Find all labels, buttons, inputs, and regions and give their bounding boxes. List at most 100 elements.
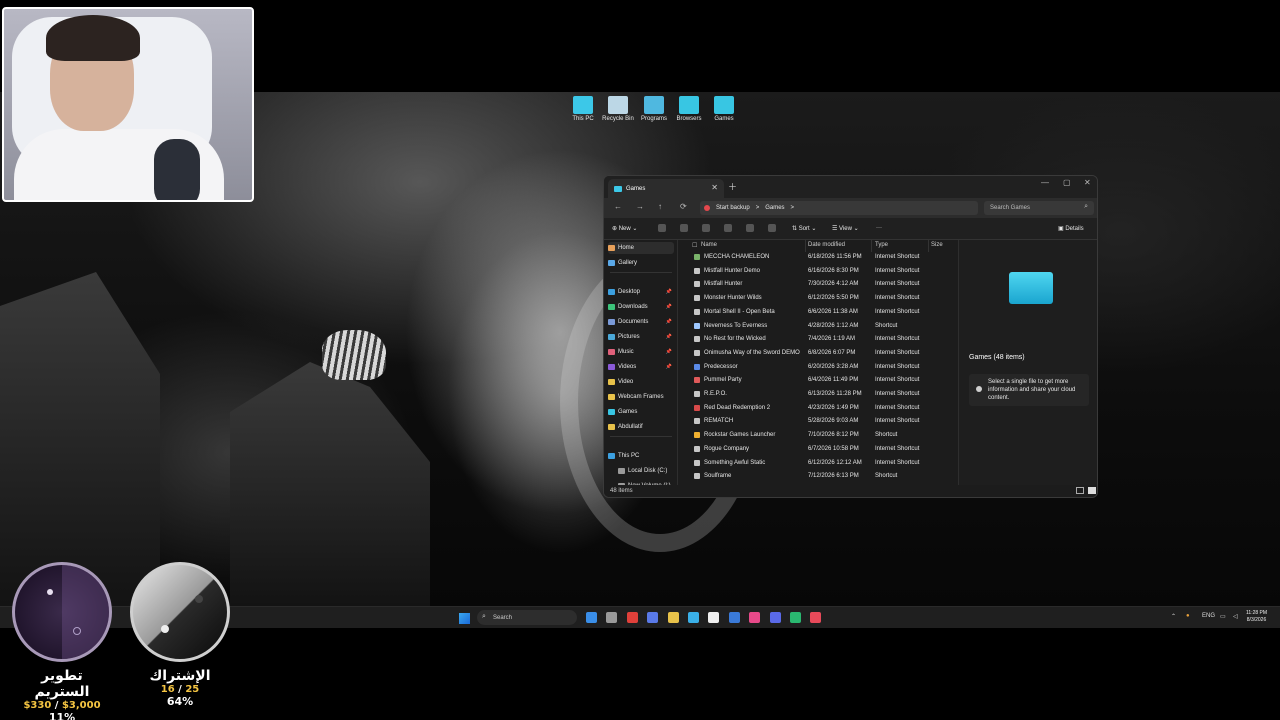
folder-icon [608, 379, 615, 385]
column-type[interactable]: Type [875, 242, 888, 248]
file-row[interactable]: Rogue Company 6/7/2026 10:58 PM Internet S… [690, 443, 956, 456]
file-row[interactable]: Mortal Shell II - Open Beta 6/6/2026 11:3… [690, 306, 956, 319]
sidebar-item-downloads[interactable]: Downloads 📌 [608, 301, 674, 313]
sidebar-item-label: Webcam Frames [618, 394, 664, 400]
folder-icon [608, 453, 615, 459]
sidebar-item-games[interactable]: Games [608, 406, 674, 418]
taskbar-app-icon[interactable] [728, 612, 740, 623]
taskbar-app-icon[interactable] [790, 612, 801, 623]
details-button[interactable]: ▣ Details [1058, 225, 1084, 232]
address-bar[interactable]: Start backup > Games > [700, 201, 978, 215]
file-row[interactable]: Soulframe 7/12/2026 6:13 PM Shortcut [690, 470, 956, 483]
tab-games[interactable]: Games ✕ [608, 179, 724, 198]
taskbar-app-icon[interactable] [586, 612, 597, 623]
file-row[interactable]: Pummel Party 6/4/2026 11:49 PM Internet Sh… [690, 374, 956, 387]
details-view-icon[interactable] [1076, 487, 1084, 494]
view-button[interactable]: ☰ View ⌄ [832, 225, 859, 232]
sidebar-item-local-disk-c-[interactable]: Local Disk (C:) [618, 465, 684, 477]
sidebar-item-abdullatif[interactable]: Abdullatif [608, 421, 674, 433]
file-row[interactable]: Mistfall Hunter Demo 6/16/2026 8:30 PM Int… [690, 265, 956, 278]
start-button[interactable] [459, 613, 470, 624]
taskbar-search[interactable]: ⌕ Search [477, 610, 577, 625]
sidebar-item-documents[interactable]: Documents 📌 [608, 316, 674, 328]
maximize-button[interactable]: ▢ [1063, 178, 1071, 187]
file-row[interactable]: Neverness To Everness 4/28/2026 1:12 AM Sh… [690, 320, 956, 333]
network-icon[interactable]: ▭ [1220, 613, 1226, 620]
volume-icon[interactable]: ◁ [1233, 613, 1238, 620]
sidebar-item-this-pc[interactable]: This PC [608, 450, 674, 462]
column-name[interactable]: Name [701, 242, 717, 248]
delete-icon[interactable] [768, 224, 776, 232]
minimize-button[interactable]: — [1041, 178, 1049, 187]
start-backup-link[interactable]: Start backup [716, 205, 750, 211]
file-row[interactable]: Something Awful Static 6/12/2026 12:12 AM… [690, 457, 956, 470]
desktop-icon-this-pc[interactable]: This PC [565, 96, 601, 122]
column-size[interactable]: Size [931, 242, 943, 248]
up-button[interactable]: ↑ [658, 202, 662, 211]
taskbar-app-icon[interactable] [810, 612, 822, 623]
goal-current: $330 [23, 700, 52, 711]
sidebar-item-videos[interactable]: Videos 📌 [608, 361, 674, 373]
file-name: Mistfall Hunter Demo [704, 267, 761, 274]
file-row[interactable]: Monster Hunter Wilds 6/12/2026 5:50 PM Int… [690, 292, 956, 305]
search-input[interactable]: Search Games ⌕ [984, 201, 1094, 215]
file-row[interactable]: No Rest for the Wicked 7/4/2026 1:19 AM In… [690, 333, 956, 346]
show-hidden-icons[interactable]: ⌃ [1171, 613, 1176, 620]
sidebar-item-pictures[interactable]: Pictures 📌 [608, 331, 674, 343]
sidebar-item-home[interactable]: Home [608, 242, 674, 254]
file-row[interactable]: Mistfall Hunter 7/30/2026 4:12 AM Internet… [690, 278, 956, 291]
sidebar-item-desktop[interactable]: Desktop 📌 [608, 286, 674, 298]
file-row[interactable]: R.E.P.O. 6/13/2026 11:28 PM Internet Short… [690, 388, 956, 401]
sidebar-item-music[interactable]: Music 📌 [608, 346, 674, 358]
back-button[interactable]: ← [614, 202, 622, 211]
file-row[interactable]: Red Dead Redemption 2 4/23/2026 1:49 PM In… [690, 402, 956, 415]
taskbar-app-icon[interactable] [606, 612, 618, 623]
desktop-icon-games[interactable]: Games [706, 96, 742, 122]
share-icon[interactable] [746, 224, 754, 232]
desktop-icon-programs[interactable]: Programs [636, 96, 672, 122]
tiles-view-icon[interactable] [1088, 487, 1096, 494]
file-row[interactable]: Onimusha Way of the Sword DEMO 6/8/2026 6… [690, 347, 956, 360]
taskbar-app-icon[interactable] [749, 612, 761, 623]
column-date[interactable]: Date modified [808, 242, 845, 248]
new-button[interactable]: ⊕ New ⌄ [612, 225, 637, 232]
taskbar-app-icon[interactable] [769, 612, 781, 623]
taskbar-app-icon[interactable] [647, 612, 659, 623]
desktop-icon-recycle-bin[interactable]: Recycle Bin [600, 96, 636, 122]
clock[interactable]: 11:28 PM 8/3/2026 [1246, 610, 1267, 624]
sidebar-item-video[interactable]: Video [608, 376, 674, 388]
file-row[interactable]: Predecessor 6/20/2026 3:28 AM Internet Sho… [690, 361, 956, 374]
yin-yang-icon [12, 562, 112, 662]
copy-icon[interactable] [680, 224, 688, 232]
sort-button[interactable]: ⇅ Sort ⌄ [792, 225, 816, 232]
sidebar-item-gallery[interactable]: Gallery [608, 257, 674, 269]
taskbar-app-icon[interactable] [626, 612, 638, 623]
file-row[interactable]: REMATCH 5/28/2026 9:03 AM Internet Shortcu… [690, 415, 956, 428]
more-options-button[interactable]: ··· [876, 225, 882, 231]
close-tab-icon[interactable]: ✕ [711, 183, 718, 192]
forward-button[interactable]: → [636, 202, 644, 211]
select-all-checkbox[interactable]: ☐ [692, 242, 697, 249]
taskbar-app-icon[interactable] [688, 612, 699, 623]
close-window-button[interactable]: ✕ [1084, 178, 1091, 187]
file-name: Mistfall Hunter [704, 281, 743, 288]
file-row[interactable]: Rockstar Games Launcher 7/10/2026 8:12 PM… [690, 429, 956, 442]
language-indicator[interactable]: ENG [1202, 613, 1215, 619]
time-text: 11:28 PM [1246, 610, 1268, 616]
sort-label: Sort [798, 226, 810, 232]
nav-divider [610, 272, 672, 273]
cut-icon[interactable] [658, 224, 666, 232]
desktop-icon-browsers[interactable]: Browsers [671, 96, 707, 122]
sidebar-item-webcam-frames[interactable]: Webcam Frames [608, 391, 674, 403]
breadcrumb-games[interactable]: Games [765, 205, 784, 211]
taskbar-app-icon[interactable] [667, 612, 679, 623]
pin-icon: 📌 [665, 304, 672, 310]
refresh-button[interactable]: ⟳ [680, 202, 687, 211]
rename-icon[interactable] [724, 224, 732, 232]
new-tab-button[interactable]: ＋ [728, 180, 737, 193]
paste-icon[interactable] [702, 224, 710, 232]
taskbar-app-icon[interactable] [708, 612, 720, 623]
file-row[interactable]: MECCHA CHAMELEON 6/18/2026 11:56 PM Intern… [690, 251, 956, 264]
microphone-icon[interactable]: ● [1186, 613, 1190, 619]
yin-yang-dot [47, 589, 53, 595]
